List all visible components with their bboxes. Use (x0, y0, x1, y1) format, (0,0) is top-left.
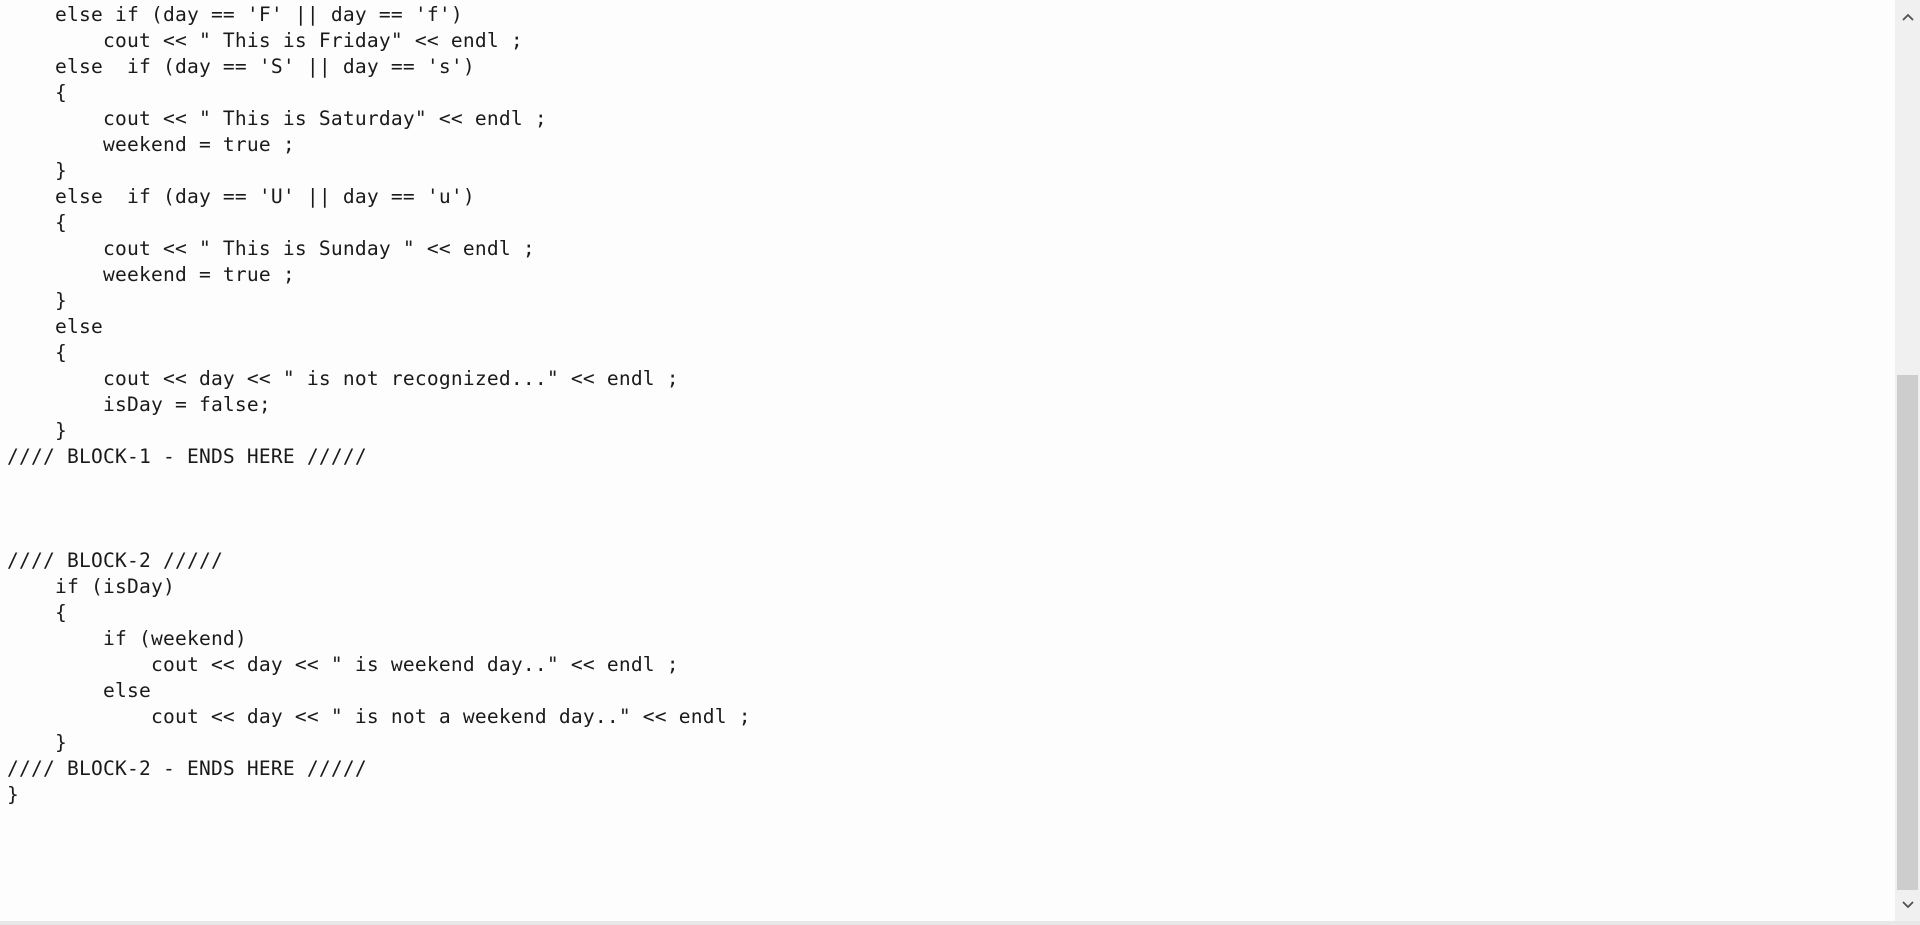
code-text[interactable]: else if (day == 'F' || day == 'f') cout … (7, 2, 751, 808)
code-line: else if (day == 'S' || day == 's') (7, 55, 475, 78)
code-line: { (7, 341, 67, 364)
code-line: { (7, 81, 67, 104)
code-line: cout << " This is Friday" << endl ; (7, 29, 523, 52)
code-line: else (7, 315, 103, 338)
code-line: } (7, 289, 67, 312)
code-line: { (7, 211, 67, 234)
code-line: } (7, 159, 67, 182)
code-line: cout << day << " is not a weekend day.."… (7, 705, 751, 728)
code-editor[interactable]: else if (day == 'F' || day == 'f') cout … (0, 0, 1895, 921)
chevron-up-icon (1901, 13, 1914, 21)
code-line: cout << " This is Saturday" << endl ; (7, 107, 547, 130)
scrollbar-thumb[interactable] (1897, 375, 1918, 890)
code-line: { (7, 601, 67, 624)
code-line: weekend = true ; (7, 263, 295, 286)
code-line: } (7, 783, 19, 806)
vertical-scrollbar[interactable] (1895, 0, 1920, 921)
code-line: else (7, 679, 151, 702)
window-bottom-border (0, 921, 1920, 925)
chevron-down-icon (1901, 901, 1914, 909)
code-line: } (7, 731, 67, 754)
code-line: //// BLOCK-2 ///// (7, 549, 223, 572)
code-line: weekend = true ; (7, 133, 295, 156)
code-line: //// BLOCK-1 - ENDS HERE ///// (7, 445, 367, 468)
code-line: //// BLOCK-2 - ENDS HERE ///// (7, 757, 367, 780)
code-line: cout << day << " is weekend day.." << en… (7, 653, 679, 676)
scroll-up-button[interactable] (1895, 2, 1920, 32)
code-line: cout << day << " is not recognized..." <… (7, 367, 679, 390)
code-line: isDay = false; (7, 393, 271, 416)
code-line: else if (day == 'U' || day == 'u') (7, 185, 475, 208)
code-line: if (weekend) (7, 627, 247, 650)
scroll-down-button[interactable] (1895, 890, 1920, 920)
code-line: if (isDay) (7, 575, 175, 598)
code-line: } (7, 419, 67, 442)
code-line: cout << " This is Sunday " << endl ; (7, 237, 535, 260)
code-line: else if (day == 'F' || day == 'f') (7, 3, 463, 26)
